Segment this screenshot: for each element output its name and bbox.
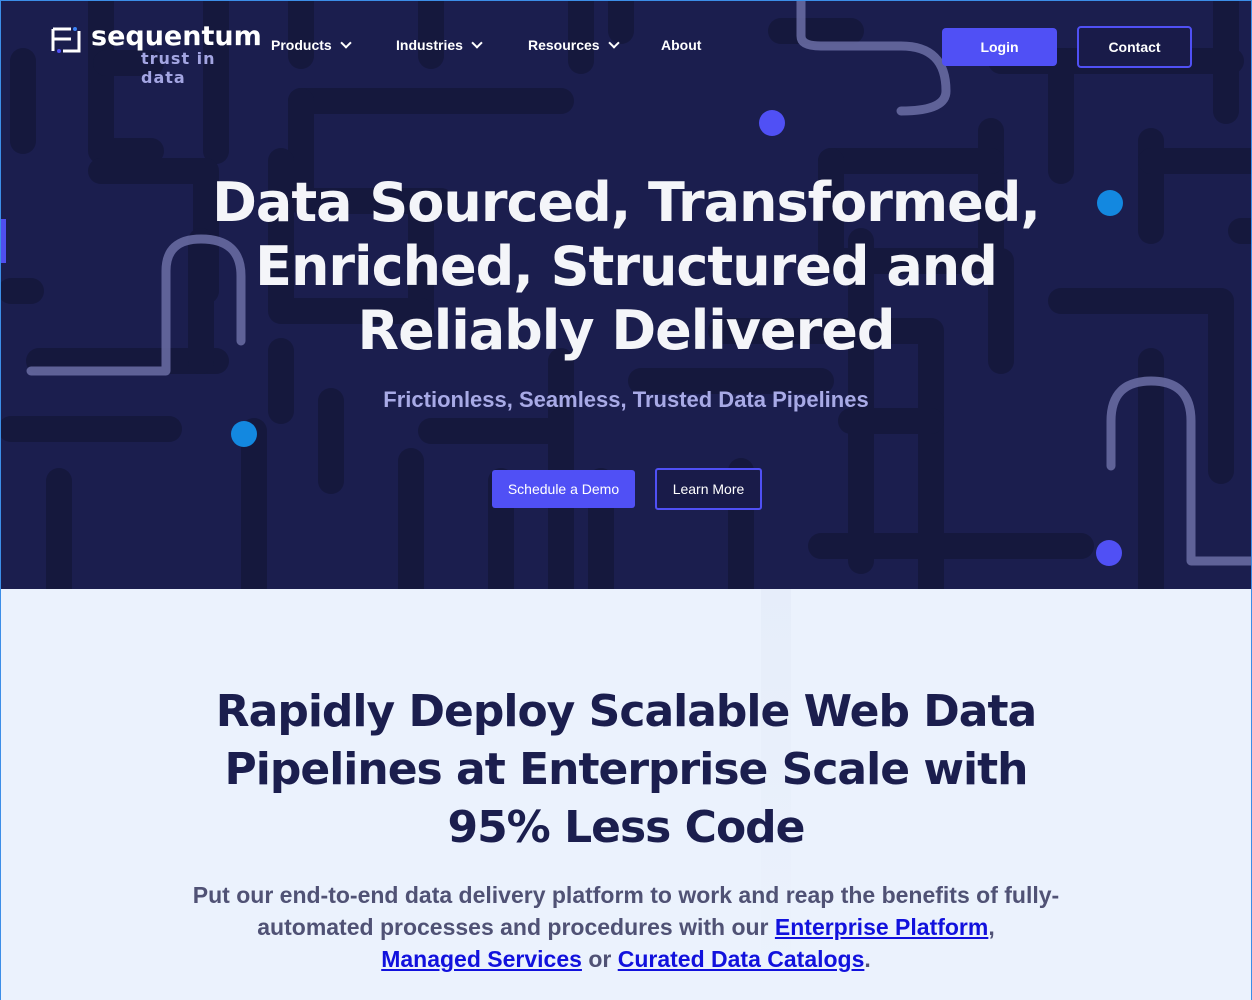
hero-title-line: Enriched, Structured and [255, 235, 998, 298]
nav-about[interactable]: About [661, 37, 701, 53]
chevron-down-icon [340, 37, 352, 49]
nav-about-label: About [661, 37, 702, 53]
chevron-down-icon [471, 37, 483, 49]
nav-resources-label: Resources [528, 37, 600, 53]
navbar: sequentum trust in data Products Industr… [1, 1, 1251, 91]
schedule-demo-button[interactable]: Schedule a Demo [492, 470, 635, 508]
brand-tagline: trust in data [141, 49, 216, 87]
brand-logo[interactable]: sequentum trust in data [51, 21, 262, 87]
logo-mark-icon [51, 27, 81, 53]
body-end: . [864, 946, 871, 972]
nav-products[interactable]: Products [271, 37, 352, 53]
hero-title-line: Data Sourced, Transformed, [212, 171, 1041, 234]
purple-dot [1096, 540, 1122, 566]
blue-dot [231, 421, 257, 447]
brand-name: sequentum [91, 21, 262, 52]
intro-section: Rapidly Deploy Scalable Web Data Pipelin… [1, 589, 1251, 1000]
hero-section: sequentum trust in data Products Industr… [1, 1, 1251, 589]
login-button[interactable]: Login [942, 28, 1057, 66]
section-title: Rapidly Deploy Scalable Web Data Pipelin… [176, 683, 1076, 857]
section-title-line: 95% Less Code [447, 802, 805, 853]
section-title-line: Pipelines at Enterprise Scale with [224, 744, 1029, 795]
section-body: Put our end-to-end data delivery platfor… [176, 879, 1076, 975]
hero-title-line: Reliably Delivered [357, 299, 895, 362]
contact-button[interactable]: Contact [1077, 26, 1192, 68]
curated-data-catalogs-link[interactable]: Curated Data Catalogs [618, 946, 865, 972]
section-title-line: Rapidly Deploy Scalable Web Data [215, 686, 1037, 737]
managed-services-link[interactable]: Managed Services [381, 946, 582, 972]
body-separator: , [988, 914, 995, 940]
nav-products-label: Products [271, 37, 332, 53]
purple-dot [759, 110, 785, 136]
enterprise-platform-link[interactable]: Enterprise Platform [775, 914, 988, 940]
body-separator: or [581, 946, 618, 972]
nav-industries[interactable]: Industries [396, 37, 483, 53]
nav-resources[interactable]: Resources [528, 37, 620, 53]
hero-subtitle: Frictionless, Seamless, Trusted Data Pip… [383, 387, 869, 412]
nav-industries-label: Industries [396, 37, 463, 53]
learn-more-button[interactable]: Learn More [655, 468, 762, 510]
chevron-down-icon [607, 37, 620, 49]
hero-title: Data Sourced, Transformed, Enriched, Str… [126, 171, 1126, 363]
side-feedback-tab[interactable] [1, 219, 6, 263]
